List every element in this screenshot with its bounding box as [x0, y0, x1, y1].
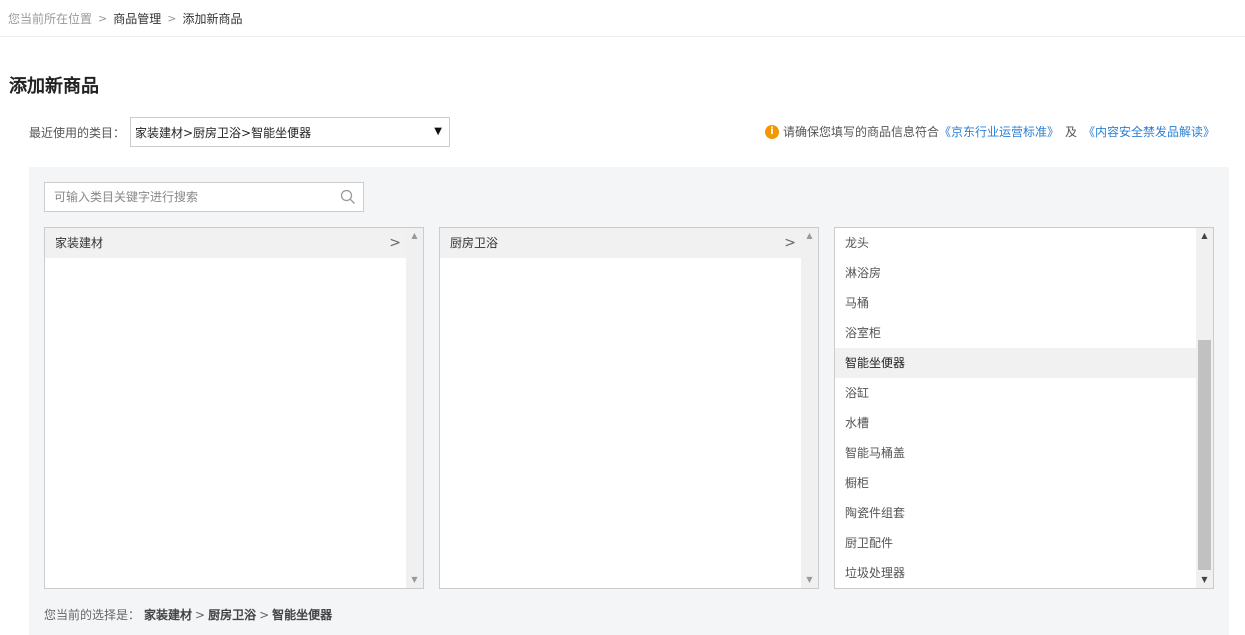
scroll-down-arrow-icon[interactable]: ▼ — [406, 572, 423, 588]
category-item[interactable]: 智能马桶盖 — [835, 438, 1197, 468]
chevron-right-icon: > — [389, 235, 401, 251]
category-column-level2: 厨房卫浴 > ▲ ▼ — [439, 227, 819, 589]
breadcrumb: 您当前所在位置 > 商品管理 > 添加新商品 — [8, 9, 242, 27]
category-item-label: 厨房卫浴 — [450, 236, 499, 250]
category-item[interactable]: 淋浴房 — [835, 258, 1197, 288]
selection-path-item: 智能坐便器 — [272, 608, 333, 622]
recent-category-select[interactable]: 家装建材>厨房卫浴>智能坐便器 ▼ — [130, 117, 450, 147]
category-column-level3: 龙头 淋浴房 马桶 浴室柜 智能坐便器 浴缸 水槽 智能马桶盖 橱柜 陶瓷件组套… — [834, 227, 1214, 589]
category-item[interactable]: 橱柜 — [835, 468, 1197, 498]
notice-text: 请确保您填写的商品信息符合 — [782, 125, 939, 139]
breadcrumb-separator: > — [98, 11, 108, 25]
info-icon: i — [764, 124, 779, 139]
scrollbar-thumb[interactable] — [1198, 340, 1211, 570]
caret-down-icon: ▼ — [434, 126, 442, 137]
category-panel: 家装建材 > ▲ ▼ 厨房卫浴 > ▲ ▼ 龙头 淋浴房 马桶 浴室柜 智能坐便… — [29, 167, 1229, 635]
category-search-box — [44, 182, 364, 212]
category-item[interactable]: 浴缸 — [835, 378, 1197, 408]
scrollbar[interactable]: ▲ ▼ — [801, 228, 818, 588]
breadcrumb-prefix: 您当前所在位置 — [8, 11, 93, 26]
scroll-up-arrow-icon[interactable]: ▲ — [1196, 228, 1213, 244]
scrollbar[interactable]: ▲ ▼ — [1196, 228, 1213, 588]
category-item-label: 家装建材 — [55, 236, 104, 250]
recent-category-value: 家装建材>厨房卫浴>智能坐便器 — [135, 125, 312, 140]
category-item[interactable]: 马桶 — [835, 288, 1197, 318]
breadcrumb-separator: > — [167, 11, 177, 25]
chevron-right-icon: > — [784, 235, 796, 251]
category-item[interactable]: 陶瓷件组套 — [835, 498, 1197, 528]
prohibited-goods-link[interactable]: 《内容安全禁发品解读》 — [1083, 123, 1215, 140]
category-item[interactable]: 水槽 — [835, 408, 1197, 438]
selection-path-item: 家装建材 — [144, 608, 193, 622]
category-item[interactable]: 厨卫配件 — [835, 528, 1197, 558]
breadcrumb-item-add-product: 添加新商品 — [182, 11, 243, 26]
category-search-input[interactable] — [45, 183, 325, 211]
category-column-level1: 家装建材 > ▲ ▼ — [44, 227, 424, 589]
category-item-selected[interactable]: 智能坐便器 — [835, 348, 1197, 378]
notice: i 请确保您填写的商品信息符合 《京东行业运营标准》 及 《内容安全禁发品解读》 — [764, 123, 1215, 140]
search-icon[interactable] — [340, 189, 356, 205]
notice-conjunction: 及 — [1064, 125, 1077, 139]
chevron-right-icon: > — [259, 607, 270, 622]
current-selection-path: 家装建材 > 厨房卫浴 > 智能坐便器 — [144, 606, 332, 623]
selection-path-item: 厨房卫浴 — [208, 608, 257, 622]
category-item-kitchen-bath[interactable]: 厨房卫浴 > — [440, 228, 802, 258]
scroll-down-arrow-icon[interactable]: ▼ — [1196, 572, 1213, 588]
recent-category-label: 最近使用的类目： — [29, 126, 126, 140]
chevron-right-icon: > — [195, 607, 206, 622]
current-selection-label: 您当前的选择是： — [44, 608, 141, 622]
scroll-up-arrow-icon[interactable]: ▲ — [406, 228, 423, 244]
category-item[interactable]: 浴室柜 — [835, 318, 1197, 348]
top-divider — [0, 36, 1245, 37]
scroll-up-arrow-icon[interactable]: ▲ — [801, 228, 818, 244]
scrollbar[interactable]: ▲ ▼ — [406, 228, 423, 588]
category-item-home-building[interactable]: 家装建材 > — [45, 228, 407, 258]
current-selection: 您当前的选择是： 家装建材 > 厨房卫浴 > 智能坐便器 — [44, 606, 332, 623]
category-item[interactable]: 垃圾处理器 — [835, 558, 1197, 588]
page-title: 添加新商品 — [9, 76, 99, 97]
breadcrumb-item-product-management[interactable]: 商品管理 — [113, 10, 161, 27]
industry-standard-link[interactable]: 《京东行业运营标准》 — [939, 123, 1059, 140]
category-item[interactable]: 龙头 — [835, 228, 1197, 258]
scroll-down-arrow-icon[interactable]: ▼ — [801, 572, 818, 588]
